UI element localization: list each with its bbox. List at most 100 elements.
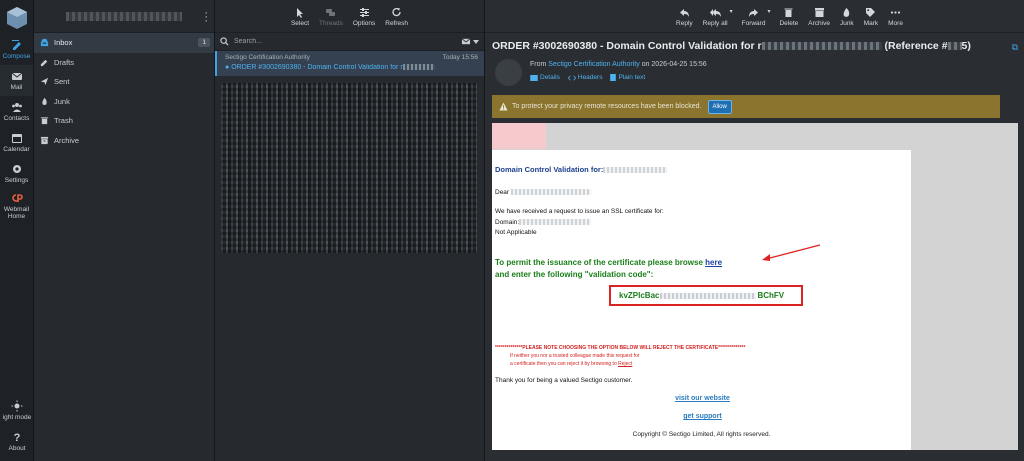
message-row-selected[interactable]: Sectigo Certification Authority Today 15…: [215, 51, 484, 76]
message-subject-title: ORDER #3002690380 - Domain Control Valid…: [492, 40, 1007, 52]
light-mode-toggle[interactable]: ight mode: [0, 395, 34, 426]
junk-label: Junk: [839, 20, 854, 27]
folder-inbox[interactable]: Inbox 1: [34, 33, 214, 53]
search-icon: [220, 37, 229, 46]
calendar-nav[interactable]: Calendar: [0, 127, 33, 158]
red-arrow-annotation: [762, 244, 821, 261]
more-dots-icon: [890, 11, 901, 14]
folder-label: Drafts: [54, 57, 75, 67]
forward-label: Forward: [741, 20, 766, 27]
more-button[interactable]: More: [888, 7, 903, 27]
not-applicable-text: Not Applicable: [495, 229, 537, 236]
select-label: Select: [290, 20, 310, 27]
options-label: Options: [352, 20, 376, 27]
folder-drafts[interactable]: Drafts: [34, 53, 214, 73]
code-icon: [567, 74, 576, 81]
mark-button[interactable]: Mark: [864, 7, 878, 27]
compose-label: Compose: [2, 53, 31, 60]
inbox-icon: [40, 39, 49, 47]
paper-plane-icon: [40, 78, 49, 86]
headers-link[interactable]: Headers: [567, 74, 602, 81]
from-sender-link[interactable]: Sectigo Certification Authority: [548, 61, 639, 68]
folder-sent[interactable]: Sent: [34, 72, 214, 92]
domain-label: Domain:: [495, 219, 520, 226]
folder-trash[interactable]: Trash: [34, 111, 214, 131]
webmail-home-nav[interactable]: Webmail Home: [0, 189, 33, 223]
light-mode-label: ight mode: [2, 414, 32, 421]
refresh-button[interactable]: Refresh: [385, 7, 408, 27]
about-label: About: [8, 445, 26, 452]
redacted-text: [947, 42, 962, 51]
contacts-nav[interactable]: Contacts: [0, 96, 33, 127]
threads-button[interactable]: Threads: [319, 7, 343, 27]
reply-all-label: Reply all: [702, 20, 728, 27]
message-toolbar: Reply Reply all ▾ Forward ▾ Delete Archi…: [485, 0, 1024, 33]
archive-label: Archive: [808, 20, 830, 27]
forward-button[interactable]: Forward: [741, 7, 766, 27]
plain-text-link[interactable]: Plain text: [610, 74, 645, 81]
here-link[interactable]: here: [705, 258, 722, 267]
reply-all-chevron-icon[interactable]: ▾: [730, 8, 733, 15]
reject-warning-title: **************PLEASE NOTE CHOOSING THE O…: [495, 345, 746, 351]
reject-link[interactable]: Reject: [618, 361, 632, 367]
contacts-label: Contacts: [3, 115, 30, 122]
allow-button[interactable]: Allow: [707, 99, 732, 114]
code-start: kvZPIcBac: [619, 291, 660, 300]
list-toolbar: Select Threads Options Refresh: [215, 0, 484, 33]
get-support-link[interactable]: get support: [493, 413, 912, 420]
trash-icon: [40, 117, 49, 125]
code-end: BChFV: [757, 291, 785, 300]
redacted-text: [761, 42, 882, 51]
subject-tail: 5): [961, 40, 971, 52]
contacts-icon: [11, 103, 22, 112]
blocked-image-placeholder: [492, 123, 546, 149]
app-rail: Compose Mail Contacts Calendar Settings …: [0, 0, 34, 461]
fire-icon: [843, 8, 850, 17]
dear-text: Dear: [495, 189, 510, 196]
folder-label: Sent: [54, 77, 70, 87]
folder-pane: · · · Inbox 1 Drafts Sent Junk Trash Archi…: [34, 0, 215, 461]
search-bar: [215, 33, 484, 51]
visit-website-link[interactable]: visit our website: [493, 395, 912, 402]
warning-icon: [499, 102, 508, 111]
options-button[interactable]: Options: [353, 7, 375, 27]
reply-button[interactable]: Reply: [676, 7, 693, 27]
envelope-icon: [461, 38, 471, 45]
cpanel-icon: [11, 194, 23, 202]
kebab-menu-icon[interactable]: · · ·: [204, 8, 208, 27]
permit-line-2: and enter the following "validation code…: [495, 270, 654, 279]
details-link[interactable]: Details: [530, 74, 560, 81]
compose-button[interactable]: Compose: [0, 34, 33, 65]
delete-button[interactable]: Delete: [779, 7, 798, 27]
mail-nav[interactable]: Mail: [0, 65, 33, 96]
reply-all-button[interactable]: Reply all: [703, 7, 728, 27]
settings-nav[interactable]: Settings: [0, 158, 33, 189]
from-date: on 2026-04-25 15:56: [641, 61, 707, 68]
mail-icon: [11, 72, 22, 80]
reject-warning-line-1: If neither you nor a trusted colleague m…: [510, 353, 640, 359]
folder-junk[interactable]: Junk: [34, 92, 214, 112]
refresh-icon: [392, 7, 401, 17]
about-nav[interactable]: ? About: [0, 426, 34, 457]
remote-resources-banner: To protect your privacy remote resources…: [492, 95, 1000, 118]
email-heading: Domain Control Validation for:: [495, 165, 668, 174]
calendar-icon: [11, 134, 22, 143]
redacted-message-list: [221, 83, 477, 253]
compose-icon: [11, 40, 21, 50]
message-list-pane: Select Threads Options Refresh Sectigo C…: [215, 0, 485, 461]
archive-button[interactable]: Archive: [808, 7, 830, 27]
app-logo[interactable]: [6, 6, 28, 30]
reading-pane: Reply Reply all ▾ Forward ▾ Delete Archi…: [485, 0, 1024, 461]
search-input[interactable]: [234, 38, 461, 45]
mail-label: Mail: [10, 84, 23, 91]
junk-button[interactable]: Junk: [840, 7, 854, 27]
forward-chevron-icon[interactable]: ▾: [767, 8, 770, 15]
folder-archive[interactable]: Archive: [34, 131, 214, 151]
sun-icon: [11, 400, 23, 412]
search-scope-dropdown[interactable]: [461, 37, 479, 46]
open-new-window-icon[interactable]: ⧉: [1012, 42, 1018, 53]
reject-warning-line-2: a certificate then you can reject it by …: [510, 361, 632, 367]
threads-icon: [326, 9, 336, 16]
select-button[interactable]: Select: [291, 7, 309, 27]
forward-icon: [749, 9, 759, 17]
